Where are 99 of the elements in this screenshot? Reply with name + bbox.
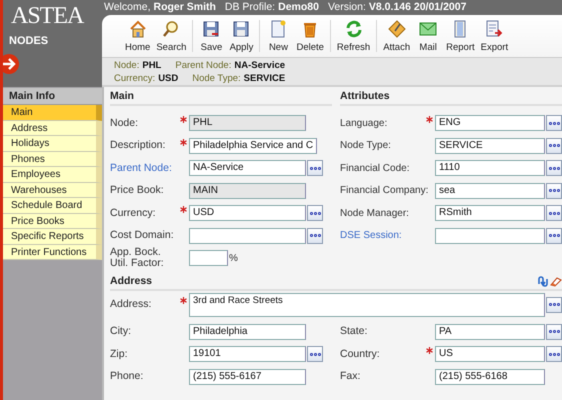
version-text: V8.0.146 20/01/2007 [368, 1, 466, 13]
field-label: Currency: [110, 208, 157, 219]
toolbar-button[interactable]: Mail [413, 19, 444, 53]
input-field[interactable]: SERVICE [435, 138, 545, 154]
summary-value: NA-Service [234, 60, 286, 71]
sidebar-item[interactable]: Employees [3, 167, 102, 182]
toolbar-button[interactable]: Attach [380, 19, 414, 53]
field-label: Financial Code: [340, 162, 410, 174]
input-field[interactable] [189, 250, 228, 266]
summary-label: Node: [114, 60, 140, 71]
sidebar-header: Main Info [3, 88, 102, 105]
sidebar-item[interactable]: Specific Reports [3, 229, 102, 244]
summary-value: USD [158, 73, 178, 84]
lookup-button[interactable] [307, 346, 323, 362]
lookup-button[interactable] [307, 205, 323, 222]
version-label: Version: [328, 1, 366, 13]
field-label: Zip: [110, 348, 129, 360]
lookup-button[interactable] [546, 182, 562, 199]
lookup-button[interactable] [546, 228, 562, 244]
toolbar-button[interactable]: Save [196, 19, 226, 53]
input-field[interactable]: US [435, 346, 545, 362]
input-field[interactable]: RSmith [435, 205, 545, 222]
field-link[interactable]: Parent Node: [110, 162, 180, 174]
summary-label: Parent Node: [175, 60, 232, 71]
logo: ASTEA [10, 2, 85, 29]
refresh-icon [344, 19, 364, 39]
toolbar-button[interactable]: Apply [226, 19, 256, 53]
welcome-label: Welcome, [104, 1, 150, 13]
lookup-button[interactable] [307, 160, 323, 176]
sidebar-item[interactable]: Price Books [3, 214, 102, 229]
field-label: Node Manager: [340, 208, 410, 219]
field-label: Cost Domain: [110, 230, 175, 242]
profile-label: DB Profile: [224, 1, 276, 13]
toolbar-button[interactable]: Export [478, 19, 512, 53]
user-name: Roger Smith [154, 1, 216, 13]
toolbar-button[interactable]: Home [122, 19, 154, 53]
field-label: App. Bock. Util. Factor: [110, 247, 165, 270]
summary-label: Currency: [114, 73, 156, 84]
refresh-icon[interactable] [537, 276, 548, 286]
input-field[interactable]: Philadelphia [189, 324, 306, 340]
arrow-icon[interactable] [3, 54, 19, 74]
field-label: Description: [110, 140, 166, 152]
field-label: Phone: [110, 371, 144, 382]
lookup-button[interactable] [546, 138, 562, 154]
input-field[interactable]: (215) 555-6167 [189, 368, 306, 385]
field-label: Financial Company: [340, 185, 426, 196]
sidebar-item[interactable]: Address [3, 120, 102, 136]
house-icon [128, 19, 148, 39]
module-title: NODES [8, 34, 50, 47]
field-label: Fax: [340, 371, 362, 382]
summary-label: Node Type: [192, 73, 241, 84]
field-label: Country: [340, 348, 381, 360]
lookup-button[interactable] [546, 296, 562, 312]
summary-value: PHL [142, 60, 162, 71]
input-field[interactable]: USD [189, 205, 306, 222]
unit-label: % [229, 252, 238, 264]
sidebar-item[interactable]: Warehouses [3, 182, 102, 198]
field-label: Language: [340, 118, 388, 129]
field-label: Address: [110, 296, 152, 310]
field-link[interactable]: DSE Session: [340, 230, 426, 242]
eraser-icon[interactable] [550, 276, 562, 286]
address-field[interactable]: 3rd and Race Streets [189, 292, 545, 316]
toolbar-button[interactable]: Search [153, 19, 190, 53]
lookup-button[interactable] [546, 346, 562, 362]
field-label: Price Book: [110, 185, 165, 196]
sidebar-item[interactable]: Schedule Board [3, 198, 102, 214]
field-label: City: [110, 326, 132, 338]
field-label: Node: [110, 118, 140, 129]
lookup-button[interactable] [546, 205, 562, 222]
input-field[interactable]: sea [435, 182, 545, 199]
input-field[interactable] [189, 228, 306, 244]
lookup-button[interactable] [546, 160, 562, 176]
toolbar-button[interactable]: New [263, 19, 294, 53]
summary-value: SERVICE [244, 73, 286, 84]
export-icon [484, 19, 504, 39]
input-field[interactable] [435, 228, 545, 244]
input-field[interactable]: 1110 [435, 160, 545, 176]
profile-name: Demo80 [278, 1, 319, 13]
toolbar-button[interactable]: Refresh [334, 19, 374, 53]
toolbar-button[interactable]: Report [443, 19, 478, 53]
input-field[interactable]: PA [435, 324, 545, 340]
sidebar-item[interactable]: Holidays [3, 136, 102, 152]
sidebar-item[interactable]: Phones [3, 152, 102, 167]
lookup-button[interactable] [307, 228, 323, 244]
toolbar-button[interactable]: Delete [293, 19, 327, 53]
section-title: Address [110, 274, 152, 288]
sidebar-item[interactable]: Printer Functions [3, 244, 102, 260]
sidebar-item[interactable]: Main [3, 105, 102, 120]
lookup-button[interactable] [546, 324, 562, 340]
section-title: Attributes [340, 89, 562, 106]
field-label: Node Type: [340, 140, 392, 152]
input-field[interactable]: Philadelphia Service and C [189, 138, 318, 154]
input-field[interactable]: 19101 [189, 346, 306, 362]
input-field[interactable]: NA-Service [189, 160, 306, 176]
input-field[interactable]: ENG [435, 115, 545, 132]
section-title: Main [110, 89, 332, 106]
field-label: State: [340, 326, 368, 338]
lookup-button[interactable] [546, 115, 562, 132]
input-field[interactable]: (215) 555-6168 [435, 368, 545, 385]
